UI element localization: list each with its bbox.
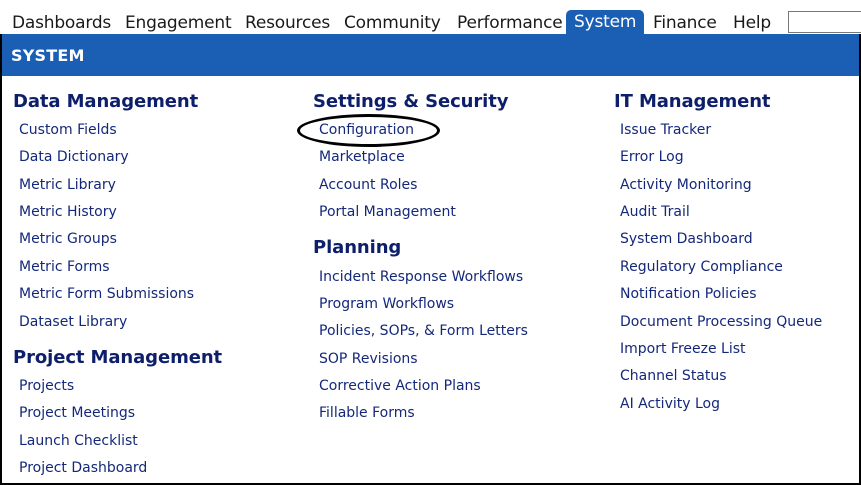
link-data-dictionary[interactable]: Data Dictionary xyxy=(19,149,129,165)
link-corrective-action-plans[interactable]: Corrective Action Plans xyxy=(319,378,481,394)
link-policies-sops-form-letters[interactable]: Policies, SOPs, & Form Letters xyxy=(319,323,528,339)
link-project-meetings[interactable]: Project Meetings xyxy=(19,405,135,421)
link-incident-response-workflows[interactable]: Incident Response Workflows xyxy=(319,269,523,285)
tab-performance[interactable]: Performance xyxy=(457,12,563,34)
link-import-freeze-list[interactable]: Import Freeze List xyxy=(620,341,746,357)
link-project-dashboard[interactable]: Project Dashboard xyxy=(19,460,147,476)
search-input[interactable] xyxy=(788,11,861,33)
tab-engagement[interactable]: Engagement xyxy=(125,12,232,34)
top-navigation: Dashboards Engagement Resources Communit… xyxy=(0,0,861,34)
link-audit-trail[interactable]: Audit Trail xyxy=(620,204,690,220)
link-issue-tracker[interactable]: Issue Tracker xyxy=(620,122,711,138)
link-custom-fields[interactable]: Custom Fields xyxy=(19,122,117,138)
heading-project-management: Project Management xyxy=(13,347,223,368)
tab-resources[interactable]: Resources xyxy=(245,12,330,34)
tab-dashboards[interactable]: Dashboards xyxy=(12,12,111,34)
link-sop-revisions[interactable]: SOP Revisions xyxy=(319,351,418,367)
link-fillable-forms[interactable]: Fillable Forms xyxy=(319,405,415,421)
link-program-workflows[interactable]: Program Workflows xyxy=(319,296,454,312)
link-marketplace[interactable]: Marketplace xyxy=(319,149,405,165)
link-error-log[interactable]: Error Log xyxy=(620,149,684,165)
heading-settings-security: Settings & Security xyxy=(313,91,509,112)
link-document-processing-queue[interactable]: Document Processing Queue xyxy=(620,314,822,330)
link-metric-forms[interactable]: Metric Forms xyxy=(19,259,110,275)
tab-finance[interactable]: Finance xyxy=(653,12,717,34)
link-metric-history[interactable]: Metric History xyxy=(19,204,117,220)
link-dataset-library[interactable]: Dataset Library xyxy=(19,314,127,330)
heading-planning: Planning xyxy=(313,237,402,258)
link-regulatory-compliance[interactable]: Regulatory Compliance xyxy=(620,259,783,275)
link-channel-status[interactable]: Channel Status xyxy=(620,368,727,384)
link-projects[interactable]: Projects xyxy=(19,378,74,394)
tab-community[interactable]: Community xyxy=(344,12,441,34)
link-activity-monitoring[interactable]: Activity Monitoring xyxy=(620,177,752,193)
link-portal-management[interactable]: Portal Management xyxy=(319,204,456,220)
page-title: SYSTEM xyxy=(11,46,85,65)
link-metric-groups[interactable]: Metric Groups xyxy=(19,231,117,247)
link-launch-checklist[interactable]: Launch Checklist xyxy=(19,433,138,449)
tab-help[interactable]: Help xyxy=(733,12,771,34)
tab-system[interactable]: System xyxy=(566,10,645,34)
heading-data-management: Data Management xyxy=(13,91,199,112)
link-metric-library[interactable]: Metric Library xyxy=(19,177,116,193)
heading-it-management: IT Management xyxy=(614,91,771,112)
link-notification-policies[interactable]: Notification Policies xyxy=(620,286,757,302)
link-metric-form-submissions[interactable]: Metric Form Submissions xyxy=(19,286,194,302)
section-banner: SYSTEM xyxy=(0,34,861,76)
link-account-roles[interactable]: Account Roles xyxy=(319,177,417,193)
link-ai-activity-log[interactable]: AI Activity Log xyxy=(620,396,720,412)
highlight-circle xyxy=(297,114,440,147)
link-system-dashboard[interactable]: System Dashboard xyxy=(620,231,753,247)
